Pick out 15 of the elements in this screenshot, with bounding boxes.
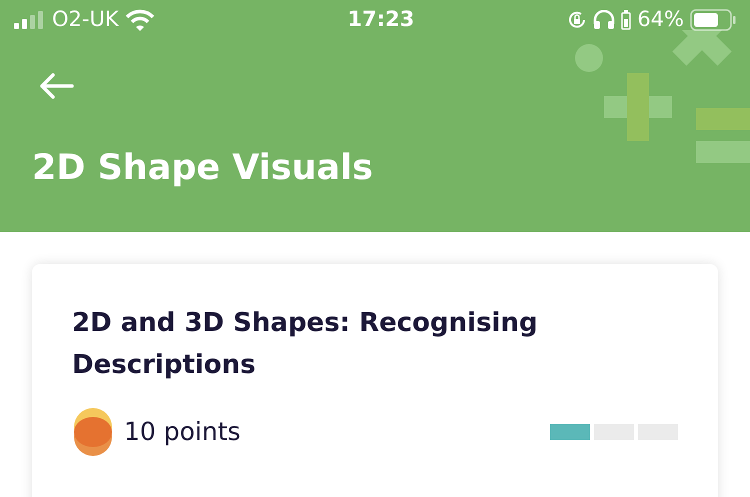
points-label: 10 points — [124, 416, 241, 448]
page-title: 2D Shape Visuals — [32, 151, 374, 186]
battery-charge-icon — [621, 10, 632, 30]
lesson-title: 2D and 3D Shapes: Recognising Descriptions — [72, 307, 539, 382]
battery-icon — [690, 9, 736, 31]
carrier-name: O2-UK — [52, 6, 119, 34]
rotation-lock-icon — [567, 10, 588, 30]
back-arrow-icon — [38, 72, 74, 100]
lesson-card[interactable]: 2D and 3D Shapes: Recognising Descriptions 10 points — [32, 264, 718, 497]
clock-time: 17:23 — [346, 6, 414, 34]
signal-icon — [14, 11, 46, 29]
coin-icon — [72, 408, 114, 456]
battery-percentage: 64% — [637, 6, 684, 34]
wifi-icon — [124, 9, 155, 31]
headphones-icon — [593, 10, 616, 30]
